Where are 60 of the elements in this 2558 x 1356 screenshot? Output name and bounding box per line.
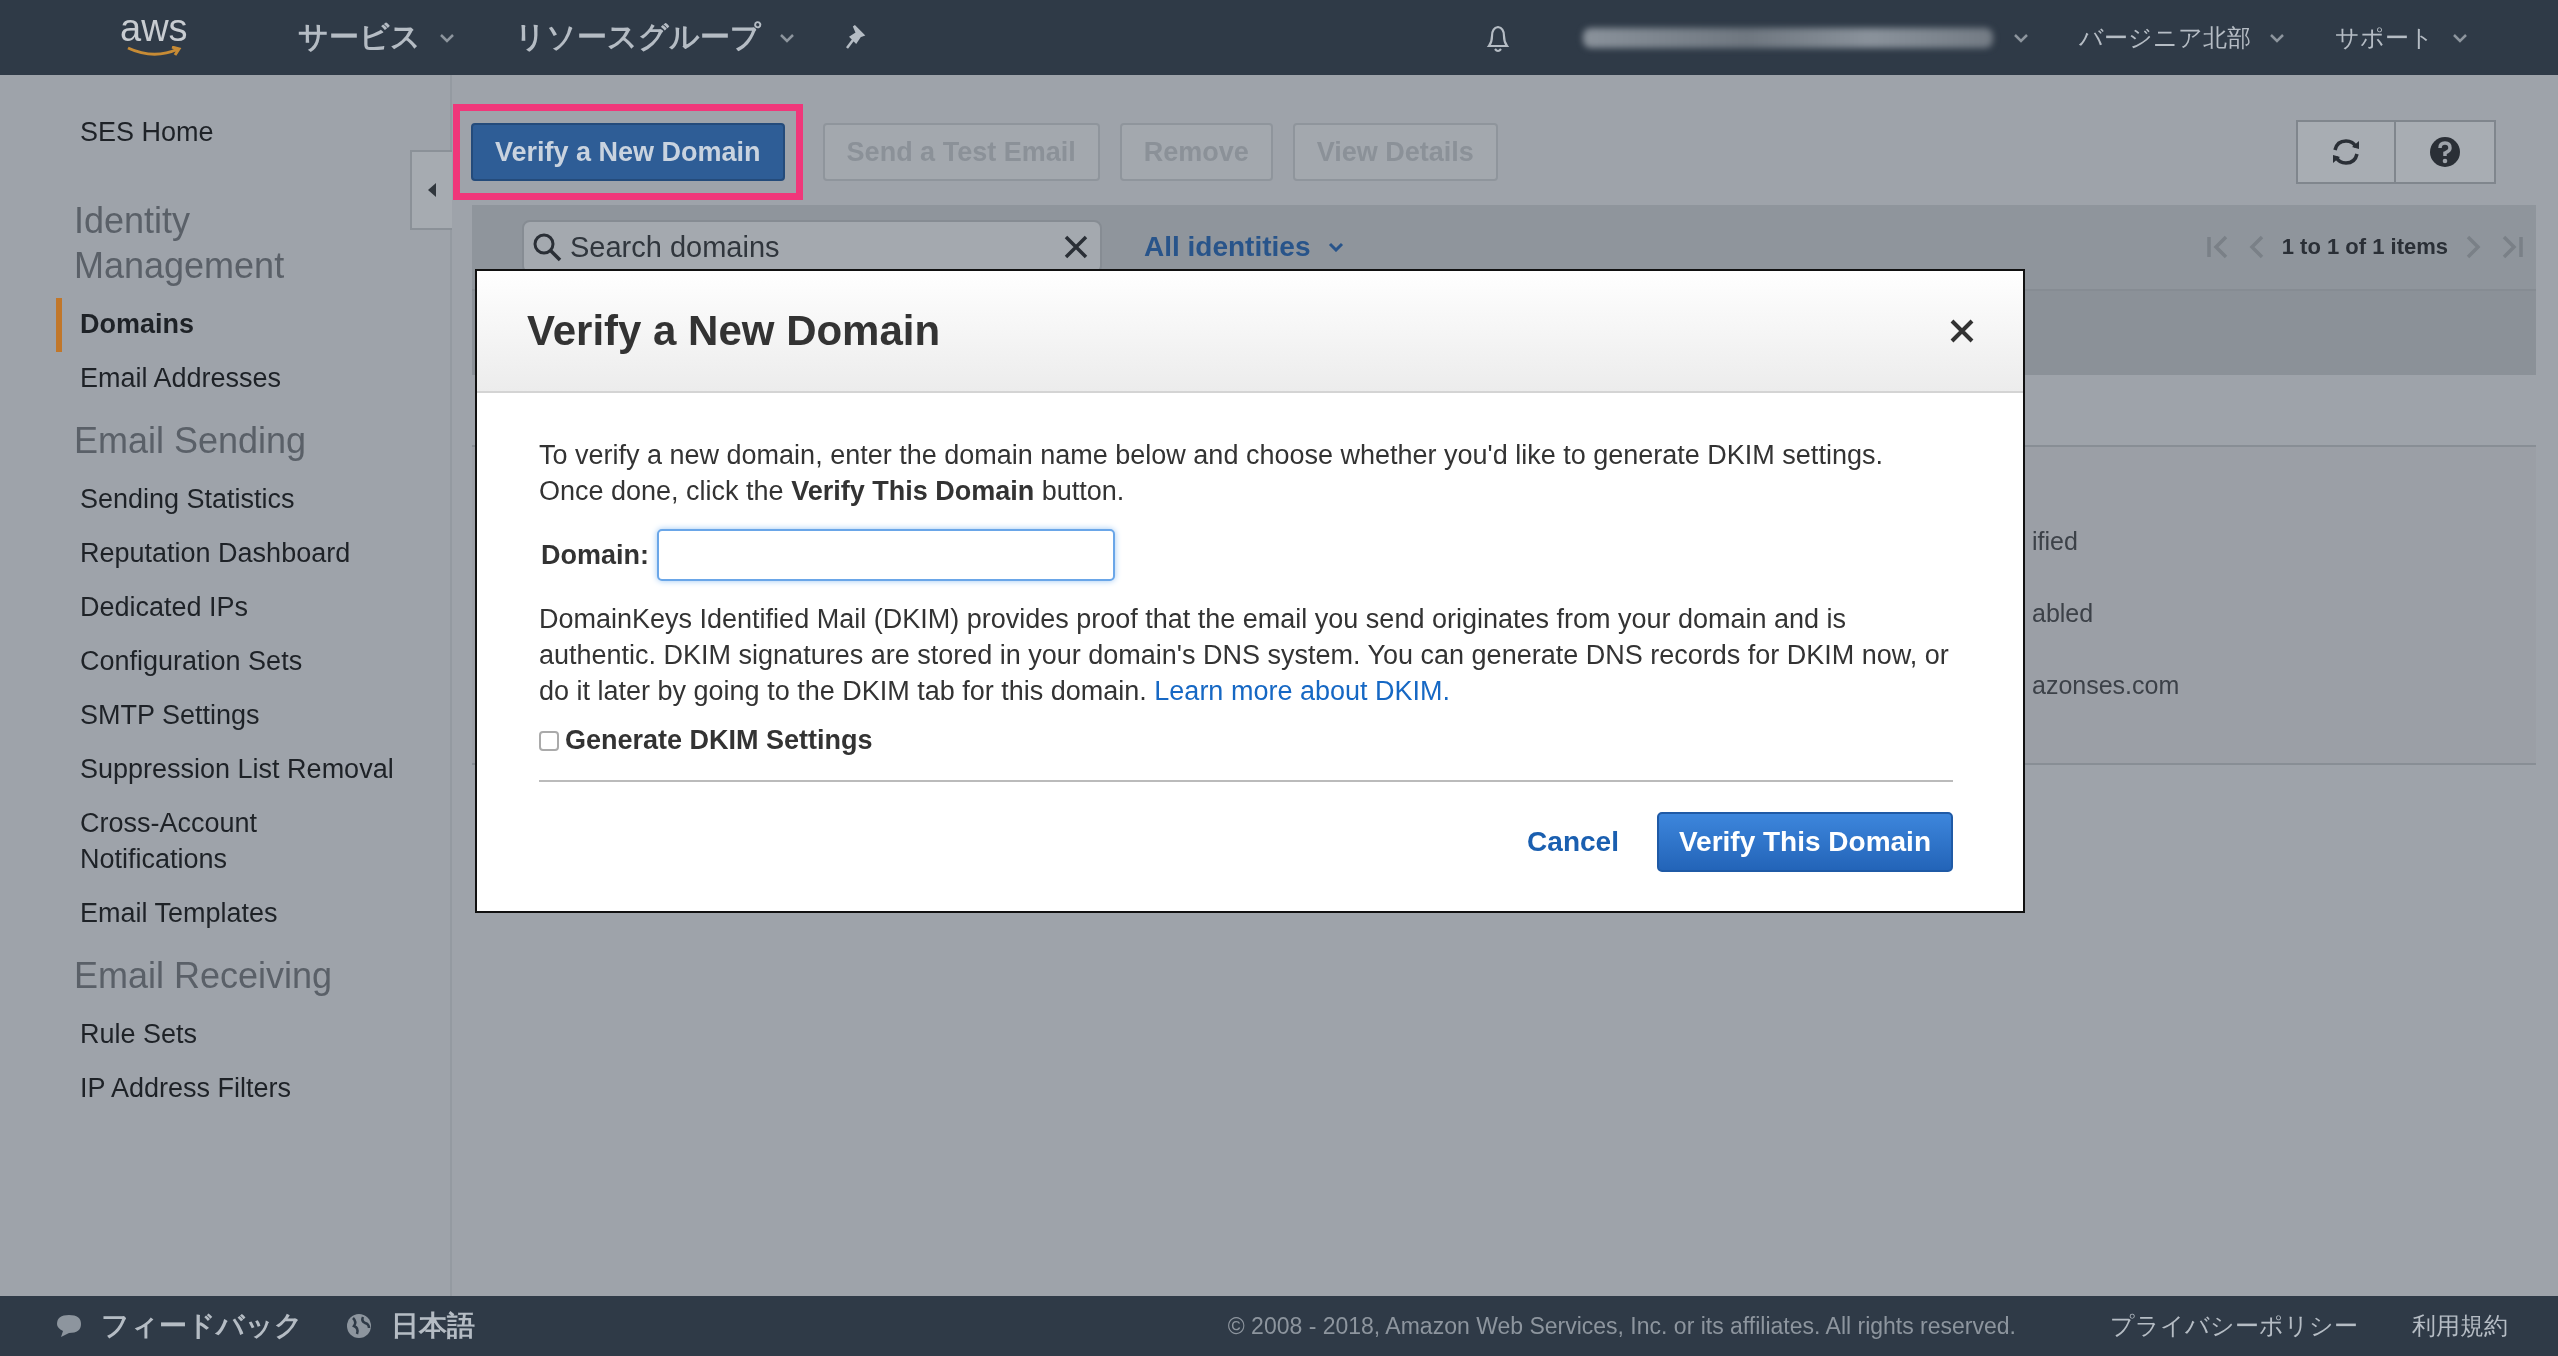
caret-icon — [778, 32, 795, 43]
pagination-text: 1 to 1 of 1 items — [2281, 234, 2448, 260]
caret-icon — [2269, 32, 2285, 43]
sidebar-item[interactable]: Suppression List Removal — [56, 743, 410, 797]
clear-icon[interactable] — [1064, 235, 1088, 259]
close-icon[interactable] — [1949, 318, 1975, 344]
caret-icon — [2452, 32, 2468, 43]
nav-menu[interactable]: サービス — [297, 17, 455, 58]
caret-icon — [427, 182, 437, 198]
table-cell: ified — [2032, 527, 2078, 555]
toolbar-button[interactable]: Verify a New Domain — [471, 123, 785, 181]
sidebar-item[interactable]: IP Address Filters — [56, 1062, 410, 1116]
search-icon — [532, 232, 562, 262]
refresh-button[interactable] — [2296, 120, 2396, 184]
instruction-text: To verify a new domain, enter the domain name below and choose whether you'd like to generate DKIM settings. Once done, click the Verify This Domain button. — [539, 439, 1884, 508]
speech-bubble-icon — [55, 1313, 83, 1339]
sidebar-section-title: Email Sending — [73, 419, 308, 463]
sidebar-item[interactable]: Email Addresses — [56, 352, 410, 406]
caret-icon — [1328, 242, 1345, 252]
domain-input-field[interactable] — [657, 529, 1115, 581]
copyright-text: © 2008 - 2018, Amazon Web Services, Inc. or its affiliates. All rights reserved. — [1227, 1312, 2016, 1340]
sidebar-item[interactable]: Rule Sets — [56, 1008, 410, 1062]
language-selector[interactable]: 日本語 — [391, 1307, 475, 1345]
caret-icon — [2013, 32, 2029, 43]
dialog-title: Verify a New Domain — [527, 307, 941, 355]
footer-link[interactable]: 利用規約 — [2412, 1310, 2508, 1342]
sidebar-item[interactable]: Reputation Dashboard — [56, 527, 410, 581]
logo-text: aws — [120, 9, 188, 46]
help-icon — [2429, 136, 2461, 168]
dkim-description: DomainKeys Identified Mail (DKIM) provides proof that the email you send originates from your domain and is authentic. DKIM signatures are stored in your domain's DNS system. You can generate DNS records for DKIM now, or do it later by going to the DKIM tab for this domain. Learn more about DKIM. — [539, 603, 1950, 708]
collapse-tab[interactable] — [410, 150, 452, 230]
nav-menu[interactable]: バージニア北部 — [2079, 21, 2285, 54]
nav-menu[interactable]: リソースグループ — [514, 17, 795, 58]
footer-link[interactable]: プライバシーポリシー — [2110, 1310, 2358, 1342]
domain-label: Domain: — [541, 539, 649, 571]
table-cell: abled — [2032, 599, 2094, 627]
sidebar-item[interactable]: SMTP Settings — [56, 689, 410, 743]
learn-more-link[interactable]: Learn more about DKIM. — [1154, 676, 1450, 706]
help-button[interactable] — [2396, 120, 2496, 184]
checkbox-label: Generate DKIM Settings — [565, 725, 873, 756]
caret-icon — [438, 32, 455, 43]
sidebar-item[interactable]: Configuration Sets — [56, 635, 410, 689]
checkbox[interactable] — [539, 730, 559, 751]
sidebar-section-title: Identity Management — [73, 199, 286, 288]
globe-icon — [345, 1312, 373, 1340]
sidebar-item[interactable]: Email Templates — [56, 887, 410, 941]
aws-logo[interactable]: aws — [120, 9, 188, 58]
verify-domain-button[interactable]: Verify This Domain — [1656, 812, 1953, 872]
sidebar-item[interactable]: Cross-Account Notifications — [56, 797, 410, 887]
sidebar-item[interactable]: Domains — [56, 298, 410, 352]
sidebar-item[interactable]: Dedicated IPs — [56, 581, 410, 635]
nav-menu[interactable]: サポート — [2335, 21, 2468, 54]
feedback-link[interactable]: フィードバック — [101, 1307, 303, 1345]
table-cell: azonses.com — [2032, 671, 2180, 699]
cancel-link[interactable]: Cancel — [1527, 826, 1619, 858]
sidebar-item[interactable]: Sending Statistics — [56, 473, 410, 527]
sidebar-section-title: Email Receiving — [73, 954, 334, 998]
sidebar-link[interactable]: SES Home — [0, 117, 450, 148]
blurred-account-name[interactable] — [1583, 27, 1993, 48]
smile-arrow-icon — [125, 45, 182, 58]
